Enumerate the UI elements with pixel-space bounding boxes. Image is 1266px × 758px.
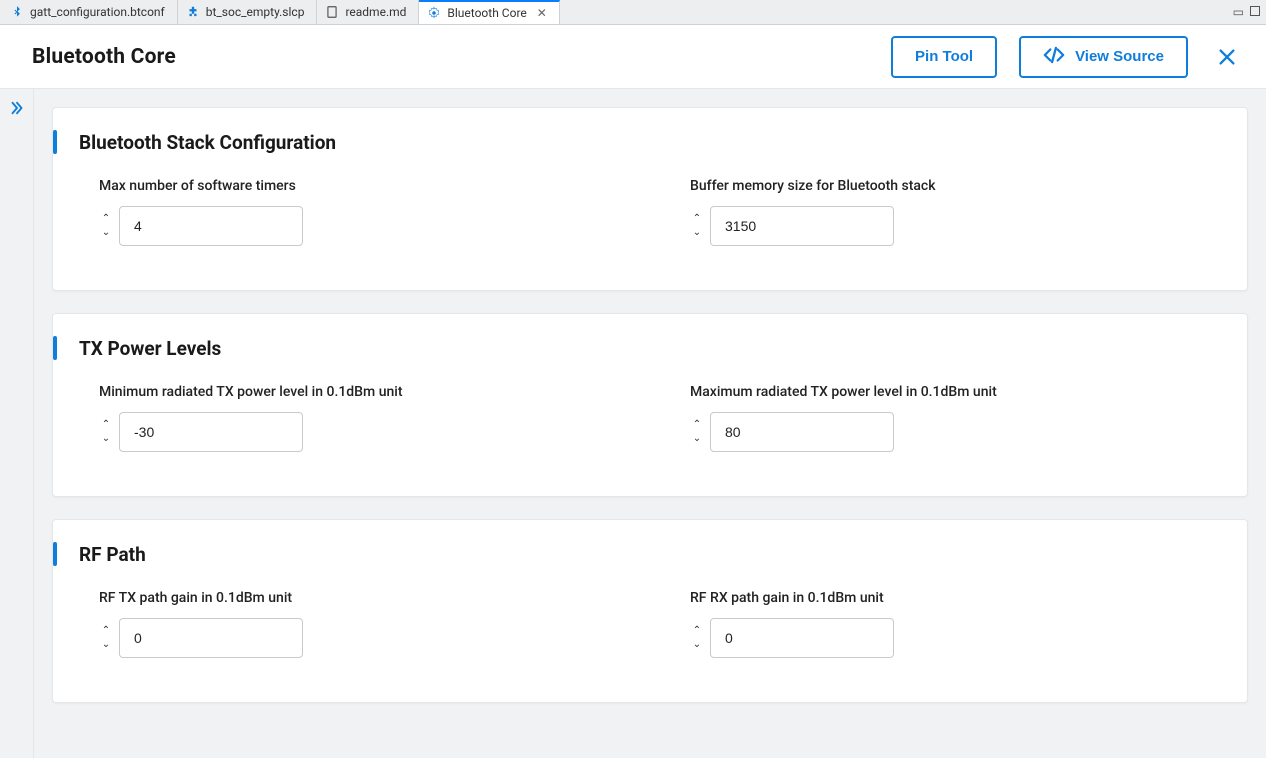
pin-tool-label: Pin Tool xyxy=(915,48,973,65)
minimize-button[interactable]: ▭ xyxy=(1233,5,1244,19)
sidebar-gutter xyxy=(0,89,34,758)
close-button[interactable] xyxy=(1216,46,1238,68)
field-rf-rx-gain: RF RX path gain in 0.1dBm unit ⌃ ⌄ xyxy=(690,590,1221,658)
page-header: Bluetooth Core Pin Tool View Source xyxy=(0,25,1266,89)
field-label: Buffer memory size for Bluetooth stack xyxy=(690,178,1221,194)
card-title: TX Power Levels xyxy=(79,337,221,360)
doc-icon xyxy=(325,5,339,19)
ide-tab-bluetooth-core[interactable]: Bluetooth Core ✕ xyxy=(419,0,559,24)
buffer-size-input[interactable] xyxy=(710,206,894,246)
ide-tab-label: gatt_configuration.btconf xyxy=(30,5,165,19)
accent-bar xyxy=(53,542,57,566)
step-up-button[interactable]: ⌃ xyxy=(690,420,704,430)
field-label: RF TX path gain in 0.1dBm unit xyxy=(99,590,630,606)
ide-tab-label: readme.md xyxy=(345,5,406,19)
step-down-button[interactable]: ⌄ xyxy=(690,640,704,650)
view-source-label: View Source xyxy=(1075,48,1164,65)
page-title: Bluetooth Core xyxy=(32,45,176,69)
step-up-button[interactable]: ⌃ xyxy=(99,420,113,430)
gear-icon xyxy=(427,6,441,20)
max-timers-input[interactable] xyxy=(119,206,303,246)
accent-bar xyxy=(53,130,57,154)
ide-tab-readme[interactable]: readme.md xyxy=(317,0,419,24)
card-bluetooth-stack: Bluetooth Stack Configuration Max number… xyxy=(52,107,1248,291)
step-down-button[interactable]: ⌄ xyxy=(99,640,113,650)
field-max-timers: Max number of software timers ⌃ ⌄ xyxy=(99,178,630,246)
rf-tx-gain-input[interactable] xyxy=(119,618,303,658)
field-label: Minimum radiated TX power level in 0.1dB… xyxy=(99,384,630,400)
field-label: RF RX path gain in 0.1dBm unit xyxy=(690,590,1221,606)
field-buffer-size: Buffer memory size for Bluetooth stack ⌃… xyxy=(690,178,1221,246)
field-label: Maximum radiated TX power level in 0.1dB… xyxy=(690,384,1221,400)
window-controls: ▭ xyxy=(1233,0,1266,24)
step-up-button[interactable]: ⌃ xyxy=(690,626,704,636)
view-source-button[interactable]: View Source xyxy=(1019,36,1188,78)
step-down-button[interactable]: ⌄ xyxy=(99,434,113,444)
ide-tabstrip: gatt_configuration.btconf bt_soc_empty.s… xyxy=(0,0,1266,25)
step-down-button[interactable]: ⌄ xyxy=(690,228,704,238)
code-icon xyxy=(1043,44,1065,70)
expand-sidebar-button[interactable] xyxy=(8,99,26,758)
step-up-button[interactable]: ⌃ xyxy=(99,214,113,224)
close-icon[interactable]: ✕ xyxy=(537,6,547,20)
step-down-button[interactable]: ⌄ xyxy=(690,434,704,444)
ide-tab-label: bt_soc_empty.slcp xyxy=(206,5,305,19)
content-area: Bluetooth Stack Configuration Max number… xyxy=(34,89,1266,758)
card-title: RF Path xyxy=(79,543,146,566)
field-rf-tx-gain: RF TX path gain in 0.1dBm unit ⌃ ⌄ xyxy=(99,590,630,658)
field-max-tx-power: Maximum radiated TX power level in 0.1dB… xyxy=(690,384,1221,452)
maximize-button[interactable] xyxy=(1250,5,1260,19)
card-tx-power: TX Power Levels Minimum radiated TX powe… xyxy=(52,313,1248,497)
accent-bar xyxy=(53,336,57,360)
step-up-button[interactable]: ⌃ xyxy=(99,626,113,636)
rf-rx-gain-input[interactable] xyxy=(710,618,894,658)
field-min-tx-power: Minimum radiated TX power level in 0.1dB… xyxy=(99,384,630,452)
card-rf-path: RF Path RF TX path gain in 0.1dBm unit ⌃… xyxy=(52,519,1248,703)
ide-tab-gatt-config[interactable]: gatt_configuration.btconf xyxy=(2,0,178,24)
min-tx-power-input[interactable] xyxy=(119,412,303,452)
card-title: Bluetooth Stack Configuration xyxy=(79,131,336,154)
ide-tab-label: Bluetooth Core xyxy=(447,6,526,20)
bluetooth-icon xyxy=(10,5,24,19)
step-down-button[interactable]: ⌄ xyxy=(99,228,113,238)
pin-tool-button[interactable]: Pin Tool xyxy=(891,36,997,78)
field-label: Max number of software timers xyxy=(99,178,630,194)
ide-tab-bt-soc-empty[interactable]: bt_soc_empty.slcp xyxy=(178,0,318,24)
step-up-button[interactable]: ⌃ xyxy=(690,214,704,224)
max-tx-power-input[interactable] xyxy=(710,412,894,452)
puzzle-icon xyxy=(186,5,200,19)
